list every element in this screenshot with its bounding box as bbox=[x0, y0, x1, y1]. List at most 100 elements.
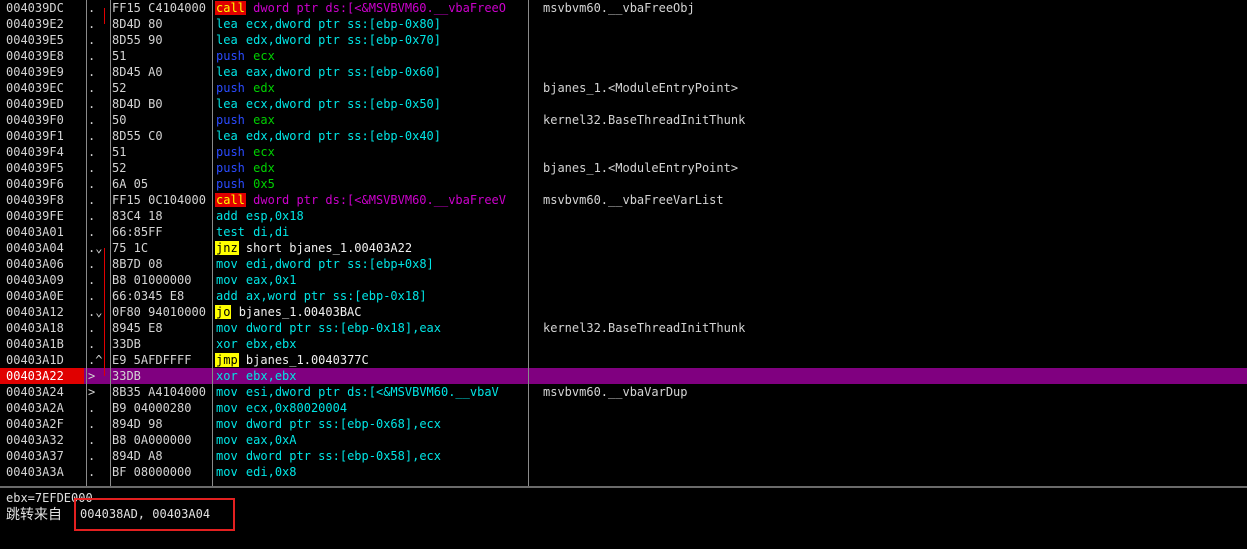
row-marker: > bbox=[88, 369, 96, 383]
annotation-highlight-box bbox=[74, 498, 235, 531]
instruction-operands: eax,dword ptr ss:[ebp-0x60] bbox=[245, 65, 441, 79]
row-address: 004039F1 bbox=[6, 129, 64, 143]
row-hex-bytes: 51 bbox=[112, 49, 127, 63]
row-address: 004039ED bbox=[6, 97, 64, 111]
row-marker: . bbox=[88, 1, 96, 15]
row-hex-bytes: 894D 98 bbox=[112, 417, 163, 431]
row-comment: bjanes_1.<ModuleEntryPoint> bbox=[543, 161, 739, 175]
instruction-operands: edx,dword ptr ss:[ebp-0x70] bbox=[245, 33, 441, 47]
row-hex-bytes: 8D4D 80 bbox=[112, 17, 163, 31]
disasm-row[interactable]: 00403A24 >8B35 A4104000 mov esi,dword ptr … bbox=[0, 384, 1247, 400]
disasm-row[interactable]: 00403A09. B8 01000000 mov eax,0x1 bbox=[0, 272, 1247, 288]
row-marker: . bbox=[88, 65, 96, 79]
row-marker: . bbox=[88, 321, 96, 335]
disasm-row[interactable]: 004039F1. 8D55 C0 lea edx,dword ptr ss:[eb… bbox=[0, 128, 1247, 144]
instruction-mnemonic: mov bbox=[216, 417, 238, 431]
row-instruction: mov eax,0xA bbox=[215, 432, 528, 448]
row-marker: . bbox=[88, 273, 96, 287]
disasm-row[interactable]: 004039E8. 51 push ecx bbox=[0, 48, 1247, 64]
disasm-row[interactable]: 00403A37. 894D A8 mov dword ptr ss:[ebp-0x… bbox=[0, 448, 1247, 464]
disasm-row[interactable]: 004039E9. 8D45 A0 lea eax,dword ptr ss:[eb… bbox=[0, 64, 1247, 80]
row-address: 00403A37 bbox=[6, 449, 64, 463]
row-instruction: push ecx bbox=[215, 48, 528, 64]
row-address: 00403A12 bbox=[6, 305, 64, 319]
instruction-operands: dword ptr ss:[ebp-0x58],ecx bbox=[245, 449, 441, 463]
instruction-mnemonic: mov bbox=[216, 257, 238, 271]
row-hex-bytes: B9 04000280 bbox=[112, 401, 192, 415]
disasm-row[interactable]: 004039FE. 83C4 18 add esp,0x18 bbox=[0, 208, 1247, 224]
disasm-row[interactable]: 00403A2F. 894D 98 mov dword ptr ss:[ebp-0x… bbox=[0, 416, 1247, 432]
row-address: 00403A1B bbox=[6, 337, 64, 351]
disasm-row[interactable]: 004039F4. 51 push ecx bbox=[0, 144, 1247, 160]
row-hex-bytes: 0F80 94010000 bbox=[112, 305, 206, 319]
row-instruction: xor ebx,ebx bbox=[215, 336, 528, 352]
row-comment: bjanes_1.<ModuleEntryPoint> bbox=[543, 81, 739, 95]
row-instruction: call dword ptr ds:[<&MSVBVM60.__vbaFreeO bbox=[215, 0, 528, 16]
disassembly-rows: 004039DC. FF15 C4104000 call dword ptr ds:… bbox=[0, 0, 1247, 480]
row-instruction: push edx bbox=[215, 80, 528, 96]
disasm-row[interactable]: 00403A1D .^ E9 5AFDFFFF jmp bjanes_1.004037… bbox=[0, 352, 1247, 368]
disasm-row[interactable]: 00403A2A. B9 04000280 mov ecx,0x80020004 bbox=[0, 400, 1247, 416]
disasm-row[interactable]: 004039F0. 50 push eax kernel32.BaseThreadIn… bbox=[0, 112, 1247, 128]
instruction-mnemonic: lea bbox=[216, 33, 238, 47]
disasm-row[interactable]: 00403A1B. 33DB xor ebx,ebx bbox=[0, 336, 1247, 352]
instruction-operands: di,di bbox=[253, 225, 290, 239]
row-marker: . bbox=[88, 289, 96, 303]
disasm-row[interactable]: 004039E5. 8D55 90 lea edx,dword ptr ss:[eb… bbox=[0, 32, 1247, 48]
instruction-mnemonic: lea bbox=[216, 129, 238, 143]
row-hex-bytes: 8945 E8 bbox=[112, 321, 163, 335]
row-hex-bytes: 8B7D 08 bbox=[112, 257, 163, 271]
disasm-row[interactable]: 00403A32. B8 0A000000 mov eax,0xA bbox=[0, 432, 1247, 448]
row-instruction: xor ebx,ebx bbox=[215, 368, 528, 384]
disasm-row[interactable]: 00403A04 .⌄ 75 1C jnz short bjanes_1.00403A… bbox=[0, 240, 1247, 256]
row-hex-bytes: 75 1C bbox=[112, 241, 149, 255]
row-marker: . bbox=[88, 161, 96, 175]
row-address: 00403A22 bbox=[0, 368, 84, 384]
disasm-row[interactable]: 00403A18. 8945 E8 mov dword ptr ss:[ebp-0x… bbox=[0, 320, 1247, 336]
instruction-mnemonic: jmp bbox=[215, 353, 239, 367]
row-hex-bytes: 83C4 18 bbox=[112, 209, 163, 223]
instruction-mnemonic: xor bbox=[216, 369, 238, 383]
row-marker: .^ bbox=[88, 353, 103, 367]
row-address: 004039E9 bbox=[6, 65, 64, 79]
disasm-row[interactable]: 004039E2. 8D4D 80 lea ecx,dword ptr ss:[eb… bbox=[0, 16, 1247, 32]
disasm-row[interactable]: 004039EC. 52 push edx bjanes_1.<ModuleEntry… bbox=[0, 80, 1247, 96]
instruction-operands: eax,0xA bbox=[245, 433, 297, 447]
disasm-row[interactable]: 00403A12 .⌄ 0F80 94010000 jo bjanes_1.00403… bbox=[0, 304, 1247, 320]
row-marker: .⌄ bbox=[88, 241, 103, 255]
jump-arrow-line bbox=[104, 248, 105, 376]
row-address: 00403A1D bbox=[6, 353, 64, 367]
instruction-mnemonic: lea bbox=[216, 65, 238, 79]
jump-from-label: 跳转来自 bbox=[6, 507, 62, 523]
disasm-row[interactable]: 004039DC. FF15 C4104000 call dword ptr ds:… bbox=[0, 0, 1247, 16]
disasm-row[interactable]: 004039F6. 6A 05 push 0x5 bbox=[0, 176, 1247, 192]
row-instruction: mov dword ptr ss:[ebp-0x68],ecx bbox=[215, 416, 528, 432]
instruction-operands: 0x5 bbox=[253, 177, 275, 191]
disassembly-pane[interactable]: 004039DC. FF15 C4104000 call dword ptr ds:… bbox=[0, 0, 1247, 486]
instruction-operands: edx,dword ptr ss:[ebp-0x40] bbox=[245, 129, 441, 143]
disasm-row[interactable]: 004039F8. FF15 0C104000 call dword ptr ds:… bbox=[0, 192, 1247, 208]
disasm-row[interactable]: 00403A0E. 66:0345 E8 add ax,word ptr ss:[e… bbox=[0, 288, 1247, 304]
instruction-mnemonic: push bbox=[216, 161, 245, 175]
disasm-row[interactable]: 004039F5. 52 push edx bjanes_1.<ModuleEntry… bbox=[0, 160, 1247, 176]
row-hex-bytes: FF15 0C104000 bbox=[112, 193, 206, 207]
disasm-row-selected[interactable]: 00403A22 >33DB xor ebx,ebx bbox=[0, 368, 1247, 384]
row-instruction: mov dword ptr ss:[ebp-0x18],eax bbox=[215, 320, 528, 336]
row-hex-bytes: 8B35 A4104000 bbox=[112, 385, 206, 399]
instruction-mnemonic: mov bbox=[216, 465, 238, 479]
row-marker: . bbox=[88, 193, 96, 207]
disasm-row[interactable]: 00403A06. 8B7D 08 mov edi,dword ptr ss:[eb… bbox=[0, 256, 1247, 272]
row-instruction: mov eax,0x1 bbox=[215, 272, 528, 288]
row-hex-bytes: 33DB bbox=[112, 369, 141, 383]
instruction-mnemonic: push bbox=[216, 113, 245, 127]
disasm-row[interactable]: 00403A3A. BF 08000000 mov edi,0x8 bbox=[0, 464, 1247, 480]
row-address: 00403A24 bbox=[6, 385, 64, 399]
row-instruction: push ecx bbox=[215, 144, 528, 160]
row-instruction: jo bjanes_1.00403BAC bbox=[215, 304, 528, 320]
row-marker: . bbox=[88, 129, 96, 143]
row-hex-bytes: FF15 C4104000 bbox=[112, 1, 206, 15]
disasm-row[interactable]: 00403A01. 66:85FF test di,di bbox=[0, 224, 1247, 240]
row-marker: . bbox=[88, 465, 96, 479]
row-address: 00403A2A bbox=[6, 401, 64, 415]
disasm-row[interactable]: 004039ED. 8D4D B0 lea ecx,dword ptr ss:[eb… bbox=[0, 96, 1247, 112]
